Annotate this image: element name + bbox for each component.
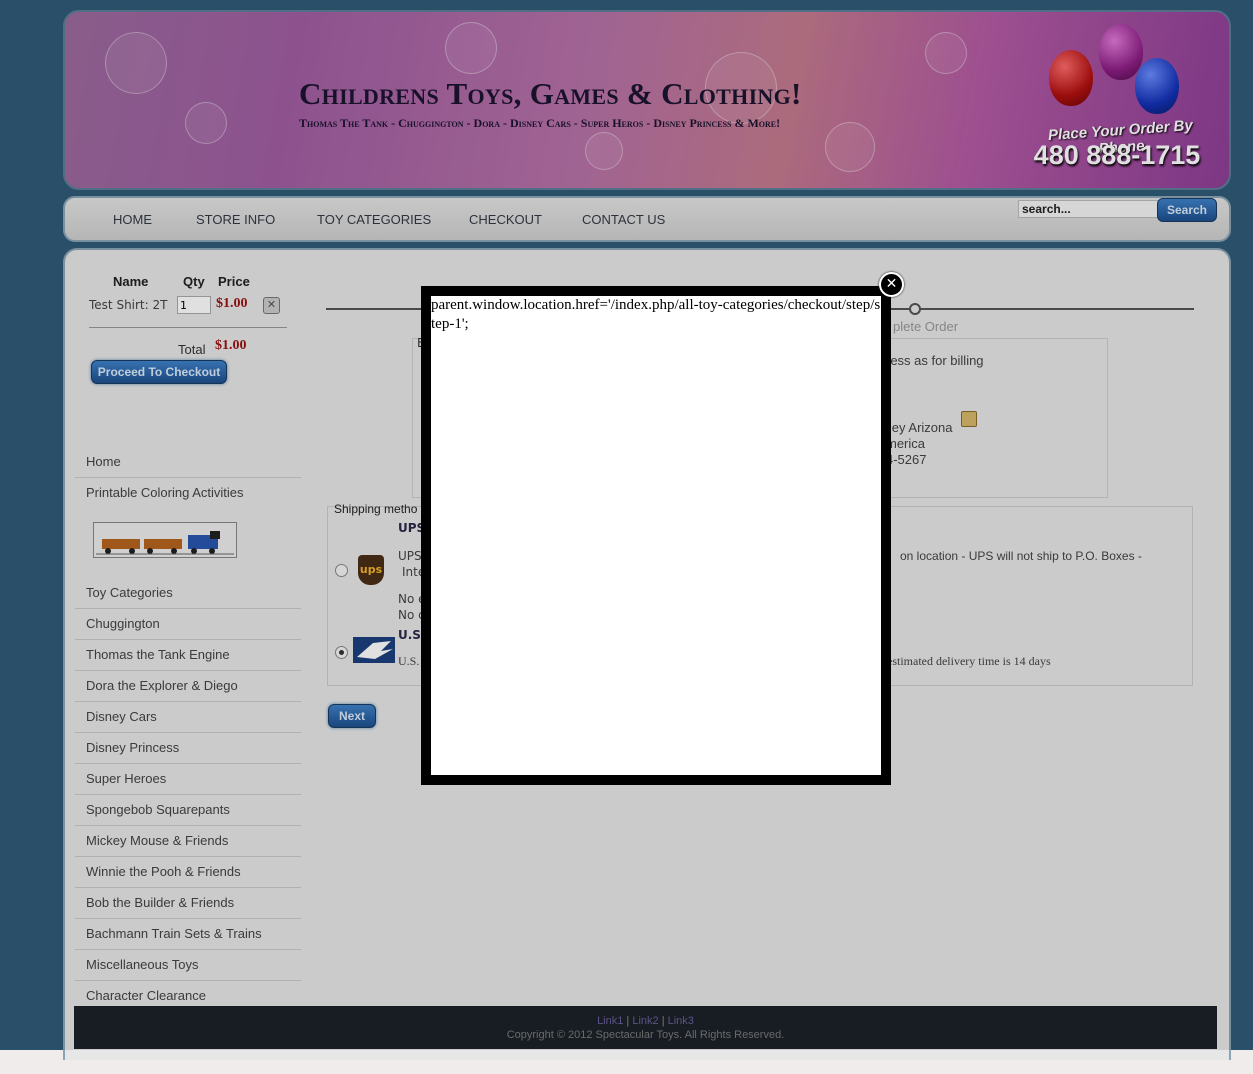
modal-content: parent.window.location.href='/index.php/… <box>431 296 881 775</box>
close-icon[interactable]: ✕ <box>879 272 904 297</box>
modal-dialog: parent.window.location.href='/index.php/… <box>421 286 891 785</box>
